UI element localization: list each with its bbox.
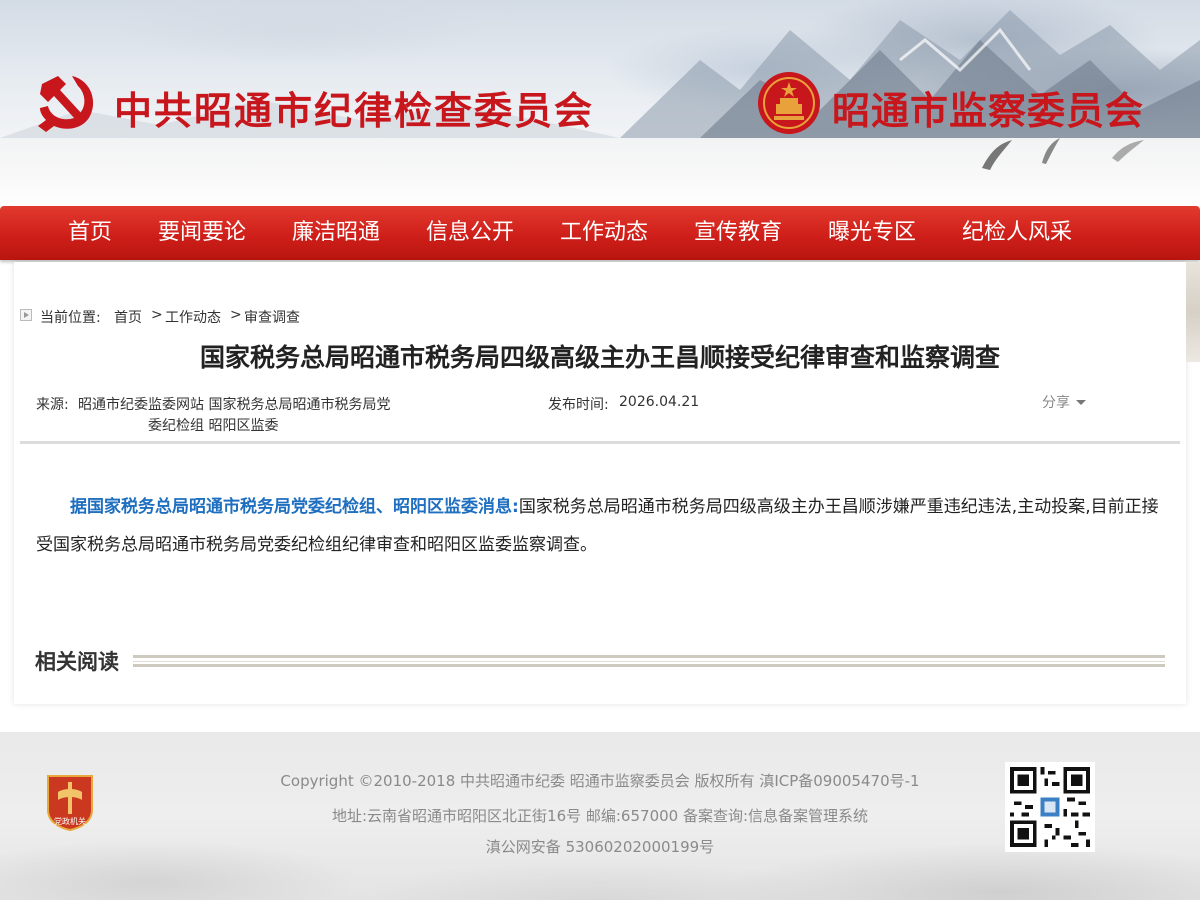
breadcrumb-work-updates[interactable]: 工作动态 xyxy=(165,307,221,327)
breadcrumb-home[interactable]: 首页 xyxy=(114,307,142,327)
site-header: 中共昭通市纪律检查委员会 昭通市监察委员会 xyxy=(0,0,1200,206)
article-body: 据国家税务总局昭通市税务局党委纪检组、昭阳区监委消息:国家税务总局昭通市税务局四… xyxy=(36,488,1164,564)
site-title-right: 昭通市监察委员会 xyxy=(832,88,1145,133)
breadcrumb-separator: > xyxy=(151,307,163,323)
main-nav: 首页 要闻要论 廉洁昭通 信息公开 工作动态 宣传教育 曝光专区 纪检人风采 xyxy=(0,206,1200,260)
nav-item-clean-zhaotong[interactable]: 廉洁昭通 xyxy=(292,206,380,260)
nav-item-publicity-education[interactable]: 宣传教育 xyxy=(694,206,782,260)
publish-date: 2026.04.21 xyxy=(619,394,700,410)
birds-decoration xyxy=(982,138,1144,170)
source-value-line2: 委纪检组 昭阳区监委 xyxy=(148,418,279,434)
party-emblem-icon xyxy=(38,76,94,132)
breadcrumb-arrow-icon xyxy=(20,309,32,321)
national-emblem-icon xyxy=(758,72,820,134)
share-button[interactable]: 分享 xyxy=(1042,392,1070,412)
breadcrumb-label: 当前位置: xyxy=(40,310,101,326)
nav-item-staff-profiles[interactable]: 纪检人风采 xyxy=(962,206,1072,260)
nav-item-exposure[interactable]: 曝光专区 xyxy=(828,206,916,260)
breadcrumb-separator: > xyxy=(230,307,242,323)
nav-item-home[interactable]: 首页 xyxy=(68,206,112,260)
nav-item-info-disclosure[interactable]: 信息公开 xyxy=(426,206,514,260)
nav-item-news[interactable]: 要闻要论 xyxy=(158,206,246,260)
breadcrumb-current[interactable]: 审查调查 xyxy=(244,307,300,327)
site-title-left: 中共昭通市纪律检查委员会 xyxy=(114,88,595,133)
related-reading-title: 相关阅读 xyxy=(35,650,119,674)
chevron-down-icon[interactable] xyxy=(1076,400,1086,405)
qr-code xyxy=(1005,762,1095,852)
nav-item-work-updates[interactable]: 工作动态 xyxy=(560,206,648,260)
source-label: 来源: xyxy=(36,397,69,413)
article-lead: 据国家税务总局昭通市税务局党委纪检组、昭阳区监委消息: xyxy=(70,497,519,517)
meta-divider xyxy=(20,441,1180,444)
qr-code-image xyxy=(1010,767,1090,847)
related-reading-divider xyxy=(133,655,1165,669)
source-value-line1: 昭通市纪委监委网站 国家税务总局昭通市税务局党 xyxy=(78,397,391,413)
article-card xyxy=(14,262,1186,704)
publish-date-label: 发布时间: xyxy=(548,397,609,413)
article-title: 国家税务总局昭通市税务局四级高级主办王昌顺接受纪律审查和监察调查 xyxy=(199,343,1000,372)
